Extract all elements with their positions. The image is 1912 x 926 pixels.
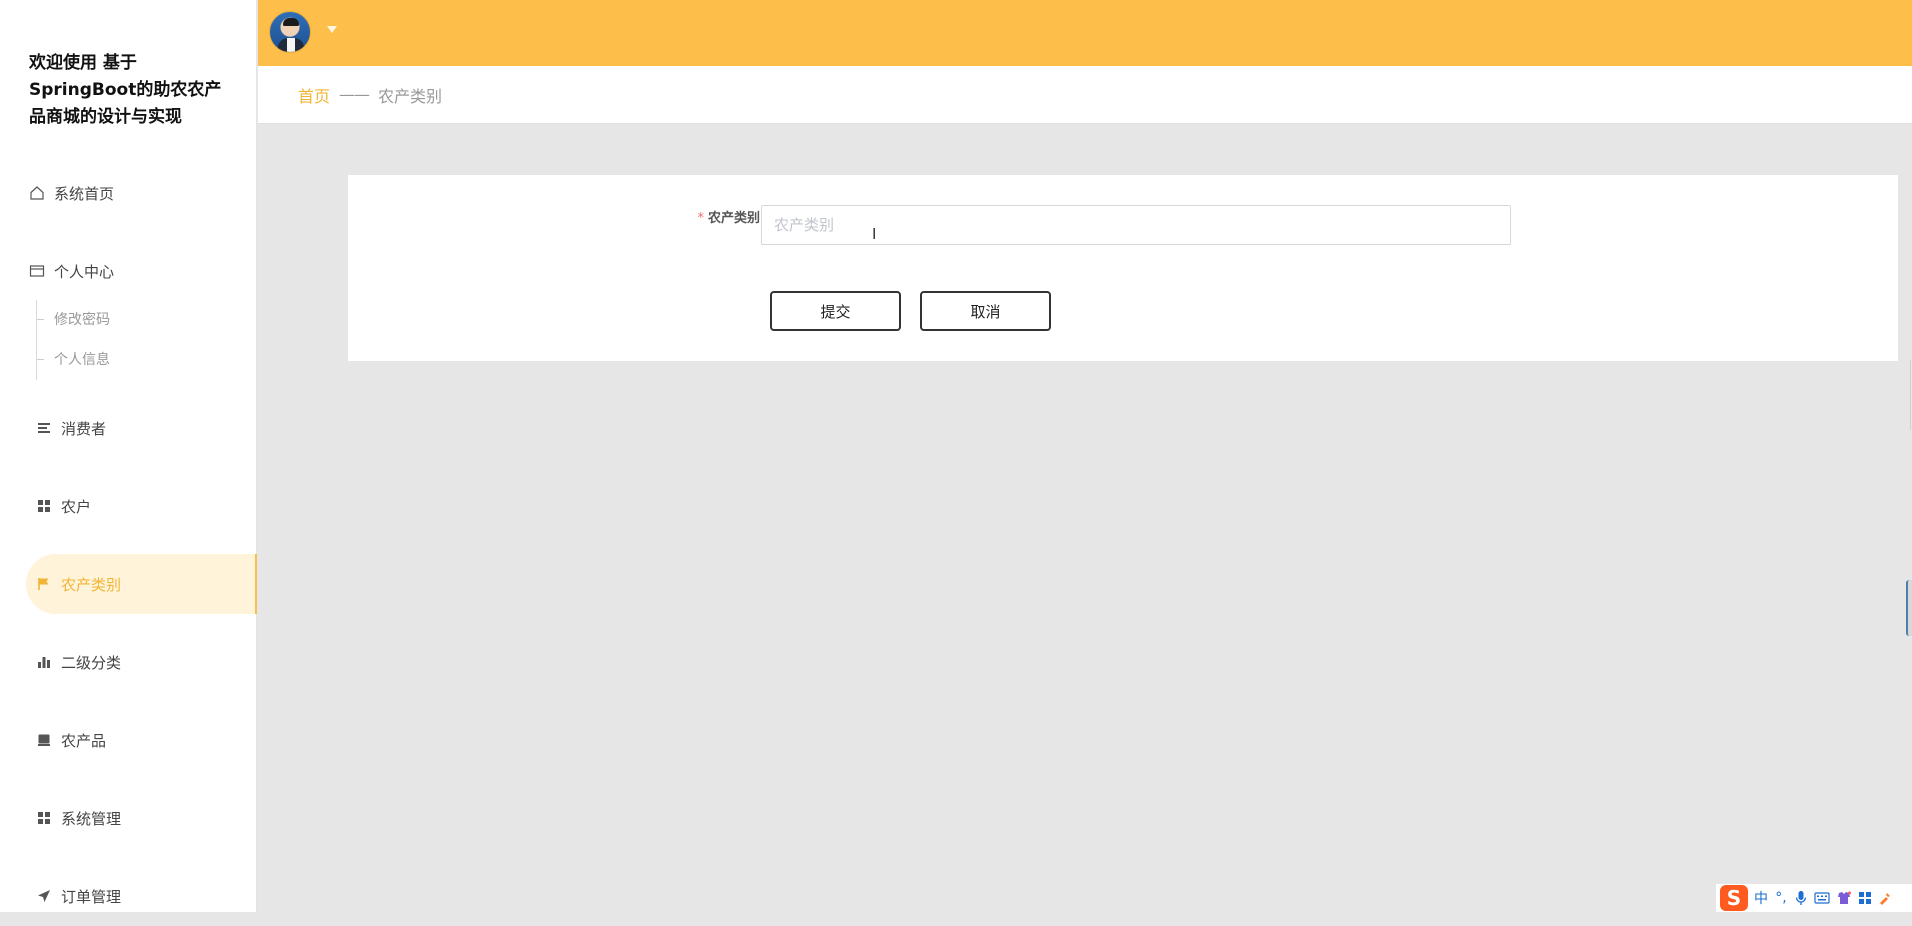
id-card-icon (29, 263, 45, 279)
avatar-hair (283, 18, 299, 26)
ime-logo[interactable]: S (1720, 885, 1748, 911)
category-field-label-text: 农产类别 (707, 211, 760, 226)
monitor-icon (36, 732, 52, 748)
required-mark: * (697, 211, 704, 226)
tree-dash (37, 318, 44, 320)
form-card: *农产类别 I 提交 取消 (348, 175, 1898, 361)
breadcrumb: 首页 —— 农产类别 (258, 66, 1912, 124)
submenu-item-label: 个人信息 (54, 352, 110, 368)
text-cursor-icon: I (872, 225, 877, 243)
skin-icon[interactable] (1836, 889, 1852, 907)
avatar-shirt (287, 38, 295, 52)
sidebar-item-label: 农户 (61, 497, 92, 516)
submenu-item-label: 修改密码 (54, 312, 110, 328)
list-icon (36, 420, 52, 436)
ime-mode[interactable]: 中 (1754, 889, 1768, 907)
submit-button[interactable]: 提交 (770, 291, 901, 331)
sidebar-item-label: 二级分类 (61, 653, 122, 672)
home-icon (29, 185, 45, 201)
sidebar: 欢迎使用 基于SpringBoot的助农农产品商城的设计与实现 系统首页 个人中… (0, 0, 257, 912)
breadcrumb-current: 农产类别 (378, 86, 443, 106)
scroll-track (1910, 360, 1911, 430)
sidebar-item-personal-center[interactable]: 个人中心 (0, 241, 257, 301)
sidebar-item-products[interactable]: 农产品 (0, 710, 257, 770)
breadcrumb-home[interactable]: 首页 (298, 83, 330, 107)
flag-icon (36, 576, 52, 592)
tools-icon[interactable] (1878, 889, 1892, 907)
apps-icon[interactable] (1858, 889, 1872, 907)
sidebar-item-product-category[interactable]: 农产类别 (26, 554, 257, 614)
user-avatar[interactable] (269, 11, 311, 53)
keyboard-icon[interactable] (1814, 889, 1830, 907)
sidebar-item-system-management[interactable]: 系统管理 (0, 788, 257, 848)
breadcrumb-separator: —— (339, 85, 370, 104)
mic-icon[interactable] (1794, 889, 1808, 907)
sidebar-item-consumers[interactable]: 消费者 (0, 398, 257, 458)
cancel-button[interactable]: 取消 (920, 291, 1051, 331)
sidebar-item-label: 系统首页 (54, 184, 115, 203)
grid-icon (36, 810, 52, 826)
sidebar-item-label: 农产类别 (61, 575, 122, 594)
submenu-item-change-password[interactable]: 修改密码 (37, 307, 110, 331)
sidebar-item-home[interactable]: 系统首页 (0, 163, 257, 223)
tree-dash (37, 358, 44, 360)
submenu-item-personal-info[interactable]: 个人信息 (37, 347, 110, 371)
sidebar-item-label: 订单管理 (61, 887, 122, 906)
sidebar-item-farmers[interactable]: 农户 (0, 476, 257, 536)
sidebar-item-label: 消费者 (61, 419, 107, 438)
send-icon (36, 888, 52, 904)
sidebar-item-orders[interactable]: 订单管理 (0, 866, 257, 926)
bar-chart-icon (36, 654, 52, 670)
sidebar-item-label: 农产品 (61, 731, 107, 750)
side-panel-handle[interactable] (1906, 580, 1912, 636)
chevron-down-icon[interactable] (327, 26, 337, 33)
sidebar-item-subcategory[interactable]: 二级分类 (0, 632, 257, 692)
sidebar-item-label: 系统管理 (61, 809, 122, 828)
ime-punctuation[interactable]: °, (1774, 889, 1788, 907)
personal-center-submenu: 修改密码 个人信息 (36, 300, 257, 380)
category-field-label: * 农产类别 (660, 207, 760, 226)
grid-icon (36, 498, 52, 514)
app-title: 欢迎使用 基于SpringBoot的助农农产品商城的设计与实现 (29, 53, 222, 127)
sidebar-item-label: 个人中心 (54, 262, 115, 281)
top-bar (258, 0, 1912, 66)
ime-toolbar: S 中 °, (1716, 884, 1912, 912)
